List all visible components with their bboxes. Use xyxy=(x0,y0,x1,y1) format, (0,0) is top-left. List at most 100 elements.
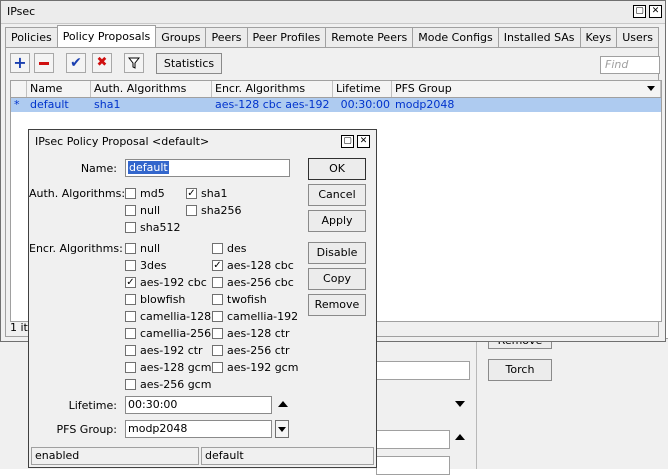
column-chooser-icon[interactable] xyxy=(647,86,655,91)
encr-algorithms-label: Encr. Algorithms: xyxy=(29,242,123,255)
sha256-label: sha256 xyxy=(201,204,242,217)
remove-dialog-button[interactable]: Remove xyxy=(308,294,366,316)
null-auth-label: null xyxy=(140,204,161,217)
column-name[interactable]: Name xyxy=(27,81,91,97)
column-pfs-group[interactable]: PFS Group xyxy=(392,81,661,97)
auth-algorithms-label: Auth. Algorithms: xyxy=(29,187,126,200)
aes-256-ctr-checkbox[interactable] xyxy=(212,345,223,356)
sha512-checkbox[interactable] xyxy=(125,222,136,233)
background-up-icon[interactable] xyxy=(455,434,465,440)
sha1-checkbox[interactable]: ✓ xyxy=(186,188,197,199)
camellia-256-label: camellia-256 xyxy=(140,327,212,340)
lifetime-collapse-icon[interactable] xyxy=(278,401,288,407)
des-checkbox[interactable] xyxy=(212,243,223,254)
name-field[interactable]: default xyxy=(125,159,290,177)
chevron-down-icon xyxy=(278,427,286,432)
row-flag: * xyxy=(14,98,20,111)
row-name: default xyxy=(30,98,69,111)
tab-policies[interactable]: Policies xyxy=(5,27,58,47)
background-divider xyxy=(476,339,477,469)
md5-checkbox[interactable] xyxy=(125,188,136,199)
dialog-close-icon[interactable]: ✕ xyxy=(357,135,370,148)
lifetime-label: Lifetime: xyxy=(68,399,117,412)
tab-installed-sas[interactable]: Installed SAs xyxy=(497,27,581,47)
statistics-button[interactable]: Statistics xyxy=(156,53,222,74)
dialog-maximize-icon[interactable]: ▢ xyxy=(341,135,354,148)
column-auth-algorithms[interactable]: Auth. Algorithms xyxy=(91,81,212,97)
pfs-group-select[interactable]: modp2048 xyxy=(125,420,272,438)
null-auth-checkbox[interactable] xyxy=(125,205,136,216)
dialog-status-bar: enabled default xyxy=(31,447,374,465)
camellia-256-checkbox[interactable] xyxy=(125,328,136,339)
aes-192-cbc-checkbox[interactable]: ✓ xyxy=(125,277,136,288)
window-title: IPsec xyxy=(7,5,36,18)
tab-groups[interactable]: Groups xyxy=(155,27,207,47)
aes-256-gcm-checkbox[interactable] xyxy=(125,379,136,390)
tab-keys[interactable]: Keys xyxy=(579,27,618,47)
twofish-checkbox[interactable] xyxy=(212,294,223,305)
ok-button[interactable]: OK xyxy=(308,158,366,180)
tab-remote-peers[interactable]: Remote Peers xyxy=(325,27,414,47)
sha1-label: sha1 xyxy=(201,187,228,200)
pfs-dropdown-button[interactable] xyxy=(275,420,289,438)
minus-icon xyxy=(39,61,49,65)
remove-button[interactable] xyxy=(34,53,54,73)
row-auth: sha1 xyxy=(94,98,121,111)
filter-button[interactable] xyxy=(124,53,144,73)
sha512-label: sha512 xyxy=(140,221,181,234)
flag-column-header[interactable] xyxy=(11,81,27,97)
disable-dialog-button[interactable]: Disable xyxy=(308,242,366,264)
aes-192-gcm-checkbox[interactable] xyxy=(212,362,223,373)
close-icon[interactable]: ✕ xyxy=(649,5,662,18)
tab-peers[interactable]: Peers xyxy=(205,27,248,47)
camellia-192-checkbox[interactable] xyxy=(212,311,223,322)
aes-256-gcm-label: aes-256 gcm xyxy=(140,378,212,391)
aes-256-ctr-label: aes-256 ctr xyxy=(227,344,290,357)
column-lifetime[interactable]: Lifetime xyxy=(333,81,392,97)
table-row[interactable]: * default sha1 aes-128 cbc aes-192 ... 0… xyxy=(11,98,661,112)
aes-128-cbc-label: aes-128 cbc xyxy=(227,259,294,272)
add-button[interactable]: + xyxy=(10,53,30,73)
name-value: default xyxy=(128,161,169,174)
camellia-128-label: camellia-128 xyxy=(140,310,212,323)
blowfish-checkbox[interactable] xyxy=(125,294,136,305)
column-encr-algorithms[interactable]: Encr. Algorithms xyxy=(212,81,333,97)
tab-mode-configs[interactable]: Mode Configs xyxy=(412,27,499,47)
aes-256-cbc-label: aes-256 cbc xyxy=(227,276,294,289)
sha256-checkbox[interactable] xyxy=(186,205,197,216)
background-field-2[interactable] xyxy=(376,430,450,449)
background-field-1[interactable] xyxy=(376,361,470,380)
background-dropdown-icon[interactable] xyxy=(455,401,465,407)
lifetime-field[interactable]: 00:30:00 xyxy=(125,396,272,414)
null-encr-checkbox[interactable] xyxy=(125,243,136,254)
status-name: default xyxy=(201,447,374,465)
enable-button[interactable]: ✔ xyxy=(66,53,86,73)
aes-256-cbc-checkbox[interactable] xyxy=(212,277,223,288)
tab-peer-profiles[interactable]: Peer Profiles xyxy=(246,27,327,47)
aes-128-cbc-checkbox[interactable]: ✓ xyxy=(212,260,223,271)
apply-button[interactable]: Apply xyxy=(308,210,366,232)
background-field-3[interactable] xyxy=(376,456,450,475)
3des-label: 3des xyxy=(140,259,167,272)
tab-policy-proposals[interactable]: Policy Proposals xyxy=(56,25,157,47)
aes-192-cbc-label: aes-192 cbc xyxy=(140,276,207,289)
row-lifetime: 00:30:00 xyxy=(340,98,390,111)
camellia-192-label: camellia-192 xyxy=(227,310,299,323)
maximize-icon[interactable]: ▢ xyxy=(633,5,646,18)
twofish-label: twofish xyxy=(227,293,267,306)
cancel-button[interactable]: Cancel xyxy=(308,184,366,206)
aes-128-gcm-checkbox[interactable] xyxy=(125,362,136,373)
disable-button[interactable]: ✖ xyxy=(92,53,112,73)
aes-128-ctr-checkbox[interactable] xyxy=(212,328,223,339)
camellia-128-checkbox[interactable] xyxy=(125,311,136,322)
null-encr-label: null xyxy=(140,242,161,255)
row-encr: aes-128 cbc aes-192 ... xyxy=(215,98,333,111)
aes-192-ctr-checkbox[interactable] xyxy=(125,345,136,356)
find-input[interactable]: Find xyxy=(600,56,660,74)
tab-users[interactable]: Users xyxy=(616,27,660,47)
3des-checkbox[interactable] xyxy=(125,260,136,271)
copy-button[interactable]: Copy xyxy=(308,268,366,290)
background-torch-button[interactable]: Torch xyxy=(488,359,552,381)
cross-icon: ✖ xyxy=(96,55,108,70)
aes-128-ctr-label: aes-128 ctr xyxy=(227,327,290,340)
